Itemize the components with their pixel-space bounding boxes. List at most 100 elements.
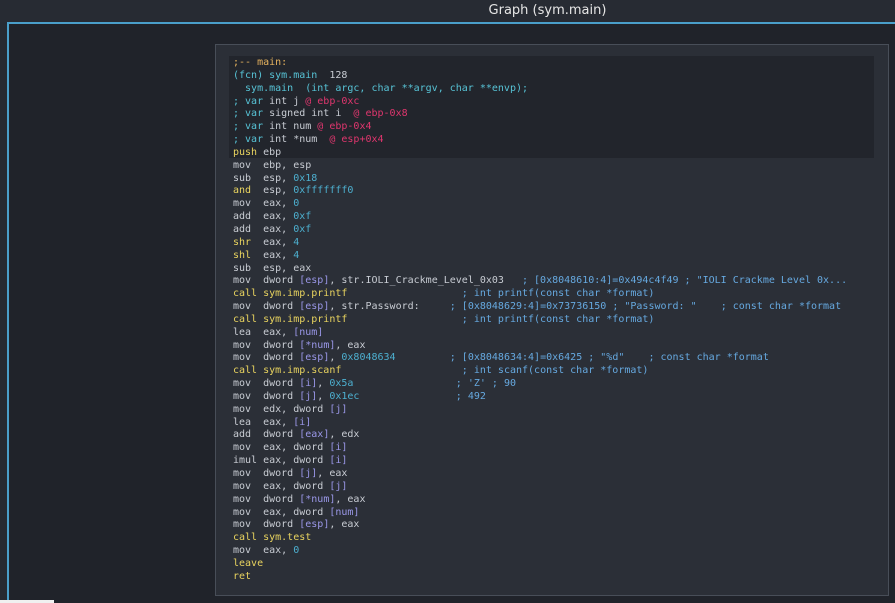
code-token: 0 — [293, 545, 300, 557]
code-token: int j — [269, 95, 306, 107]
code-token: , edx — [329, 429, 360, 441]
code-token: leave — [233, 557, 264, 569]
code-token: , — [329, 352, 342, 364]
window-title: Graph (sym.main) — [488, 3, 607, 18]
code-token: [num] — [329, 506, 360, 518]
code-token: , eax — [335, 339, 366, 351]
code-token: 128 — [317, 69, 348, 81]
code-token: push — [233, 146, 258, 158]
code-line[interactable]: ;-- main: — [233, 57, 847, 70]
code-token: shl — [233, 249, 252, 261]
code-line[interactable]: add eax, 0xf — [233, 211, 847, 224]
code-token: add eax, — [233, 211, 294, 223]
code-token: mov eax, dword — [233, 480, 330, 492]
code-token: [esp] — [299, 301, 330, 313]
code-line[interactable]: mov eax, dword [num] — [233, 507, 847, 520]
code-token: , eax — [329, 519, 360, 531]
disassembly-listing[interactable]: ;-- main: (fcn) sym.main 128 sym.main (in… — [233, 57, 847, 584]
code-token: add dword — [233, 429, 300, 441]
code-line[interactable]: (fcn) sym.main 128 — [233, 70, 847, 83]
code-token: lea eax, — [233, 326, 294, 338]
code-token: [j] — [299, 390, 318, 402]
code-line[interactable]: leave — [233, 558, 847, 571]
code-line[interactable]: shr eax, 4 — [233, 237, 847, 250]
code-line[interactable]: mov dword [*num], eax — [233, 494, 847, 507]
code-line[interactable]: call sym.test — [233, 532, 847, 545]
code-line[interactable]: call sym.imp.printf ; int printf(const c… — [233, 314, 847, 327]
code-line[interactable]: shl eax, 4 — [233, 250, 847, 263]
code-line[interactable]: mov dword [j], eax — [233, 468, 847, 481]
code-token: ; var — [233, 134, 270, 146]
code-line[interactable]: call sym.imp.printf ; int printf(const c… — [233, 288, 847, 301]
code-token: ; int scanf(const char *format) — [461, 365, 649, 377]
code-token: @ esp+0x4 — [329, 134, 384, 146]
code-token: [i] — [329, 455, 348, 467]
code-token: [*num] — [299, 339, 336, 351]
code-line[interactable]: ret — [233, 571, 847, 584]
code-line[interactable]: mov edx, dword [j] — [233, 404, 847, 417]
code-line[interactable]: lea eax, [num] — [233, 327, 847, 340]
code-token: [j] — [329, 403, 348, 415]
code-token: int num — [269, 121, 318, 133]
code-token: ; [0x8048629:4]=0x73736150 ; "Password: … — [449, 301, 842, 313]
code-line[interactable]: ; var int *num @ esp+0x4 — [233, 134, 847, 147]
code-token: [i] — [299, 378, 318, 390]
code-token: esp, — [251, 185, 294, 197]
code-token: 0 — [293, 198, 300, 210]
code-line[interactable]: sym.main (int argc, char **argv, char **… — [233, 83, 847, 96]
code-line[interactable]: mov dword [esp], str.IOLI_Crackme_Level_… — [233, 275, 847, 288]
code-line[interactable]: mov dword [*num], eax — [233, 340, 847, 353]
code-line[interactable]: ; var int num @ ebp-0x4 — [233, 121, 847, 134]
code-line[interactable]: add eax, 0xf — [233, 224, 847, 237]
code-token: [eax] — [299, 429, 330, 441]
code-line[interactable]: sub esp, eax — [233, 263, 847, 276]
code-line[interactable]: mov dword [i], 0x5a ; 'Z' ; 90 — [233, 378, 847, 391]
code-token: 4 — [293, 249, 300, 261]
code-token: (fcn) — [233, 69, 270, 81]
code-line[interactable]: call sym.imp.scanf ; int scanf(const cha… — [233, 365, 847, 378]
code-token: lea eax, — [233, 416, 294, 428]
code-line[interactable]: mov eax, 0 — [233, 545, 847, 558]
code-token: mov eax, — [233, 198, 294, 210]
code-line[interactable]: mov dword [esp], str.Password: ; [0x8048… — [233, 301, 847, 314]
code-line[interactable]: ; var signed int i @ ebp-0x8 — [233, 108, 847, 121]
code-line[interactable]: lea eax, [i] — [233, 417, 847, 430]
code-token: sym.main (int argc, char **argv, char **… — [233, 82, 529, 94]
code-token: 0x18 — [293, 172, 318, 184]
code-token: mov eax, — [233, 545, 294, 557]
code-line[interactable]: mov dword [esp], 0x8048634 ; [0x8048634:… — [233, 352, 847, 365]
code-line[interactable]: mov eax, dword [i] — [233, 442, 847, 455]
code-token: sub esp, eax — [233, 262, 312, 274]
code-token: [esp] — [299, 352, 330, 364]
code-token: int *num — [269, 134, 330, 146]
code-token: mov dword — [233, 468, 300, 479]
code-line[interactable]: ; var int j @ ebp-0xc — [233, 96, 847, 109]
code-token: call sym.imp.scanf — [233, 365, 342, 377]
code-line[interactable]: mov dword [j], 0x1ec ; 492 — [233, 391, 847, 404]
code-token: sym.main — [269, 69, 318, 81]
code-line[interactable]: mov ebp, esp — [233, 160, 847, 173]
code-line[interactable]: add dword [eax], edx — [233, 429, 847, 442]
code-token: 0xf — [293, 211, 312, 223]
code-line[interactable]: and esp, 0xfffffff0 — [233, 185, 847, 198]
code-token: shr — [233, 236, 252, 248]
code-line[interactable]: mov eax, dword [j] — [233, 481, 847, 494]
code-token: , str.IOLI_Crackme_Level_0x03 — [329, 275, 522, 287]
code-token: mov dword — [233, 301, 300, 313]
code-token: add eax, — [233, 223, 294, 235]
code-token: [j] — [299, 468, 318, 479]
code-token: ; int printf(const char *format) — [461, 288, 655, 300]
code-token: [i] — [293, 416, 312, 428]
code-line[interactable]: imul eax, dword [i] — [233, 455, 847, 468]
code-line[interactable]: push ebp — [233, 147, 847, 160]
code-line[interactable]: mov eax, 0 — [233, 198, 847, 211]
code-token: [*num] — [299, 493, 336, 505]
code-line[interactable]: mov dword [esp], eax — [233, 519, 847, 532]
code-token: [j] — [329, 480, 348, 492]
code-token: mov dword — [233, 275, 300, 287]
code-token: mov dword — [233, 352, 300, 364]
code-token: ; int printf(const char *format) — [461, 313, 655, 325]
code-token: 0xfffffff0 — [293, 185, 354, 197]
code-line[interactable]: sub esp, 0x18 — [233, 173, 847, 186]
